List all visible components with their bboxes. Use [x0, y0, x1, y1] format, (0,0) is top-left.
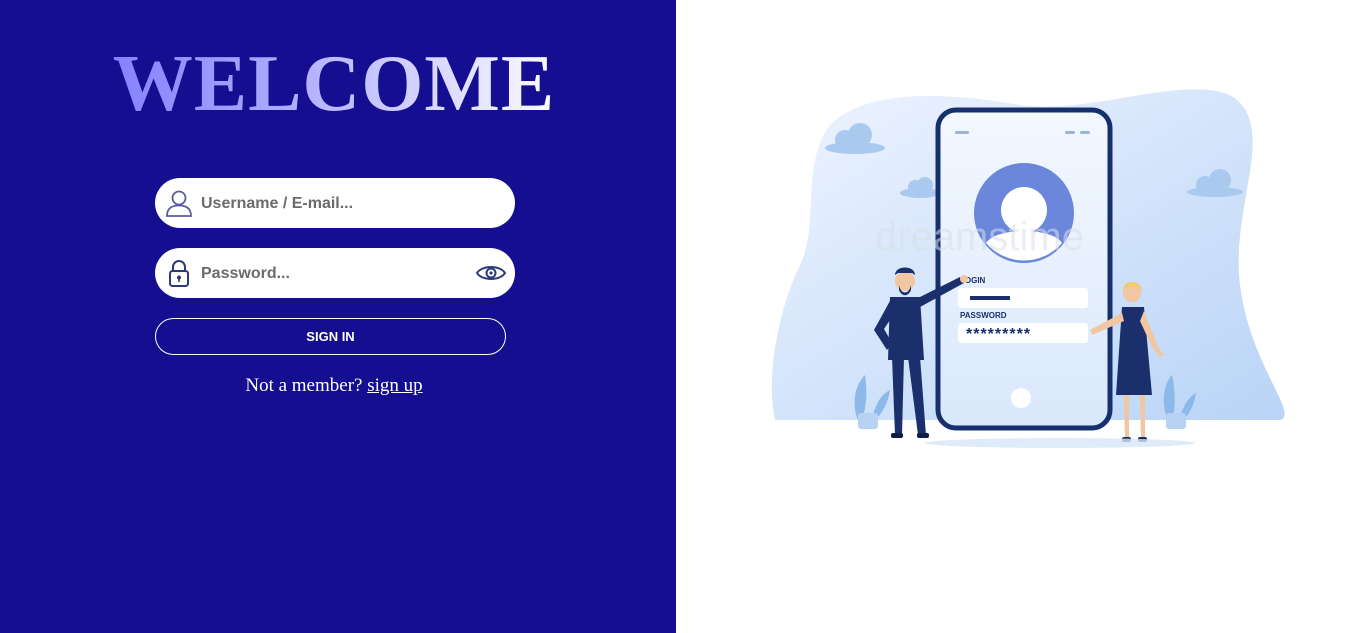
password-input[interactable]	[199, 248, 473, 300]
user-icon	[166, 190, 192, 217]
phone-frame	[935, 107, 1113, 431]
sign-in-button[interactable]: SIGN IN	[155, 318, 506, 355]
sign-up-link[interactable]: sign up	[367, 375, 422, 396]
username-input[interactable]	[199, 178, 473, 230]
signup-prompt: Not a member? sign up	[0, 375, 668, 397]
password-label: PASSWORD	[960, 311, 1007, 320]
password-mask: *********	[966, 326, 1031, 343]
password-field[interactable]	[155, 248, 515, 300]
lock-icon	[169, 260, 189, 287]
welcome-title: WELCOME	[0, 38, 668, 130]
login-panel: WELCOME SIGN IN Not a member? sign up	[0, 0, 676, 633]
phone-home-button	[1011, 388, 1031, 408]
eye-icon[interactable]	[475, 257, 507, 289]
member-text: Not a member?	[245, 375, 363, 396]
username-field[interactable]	[155, 178, 515, 230]
watermark-text: dreamstime	[875, 215, 1084, 259]
login-illustration: dreamstime LOGIN PASSWORD *********	[771, 89, 1285, 448]
